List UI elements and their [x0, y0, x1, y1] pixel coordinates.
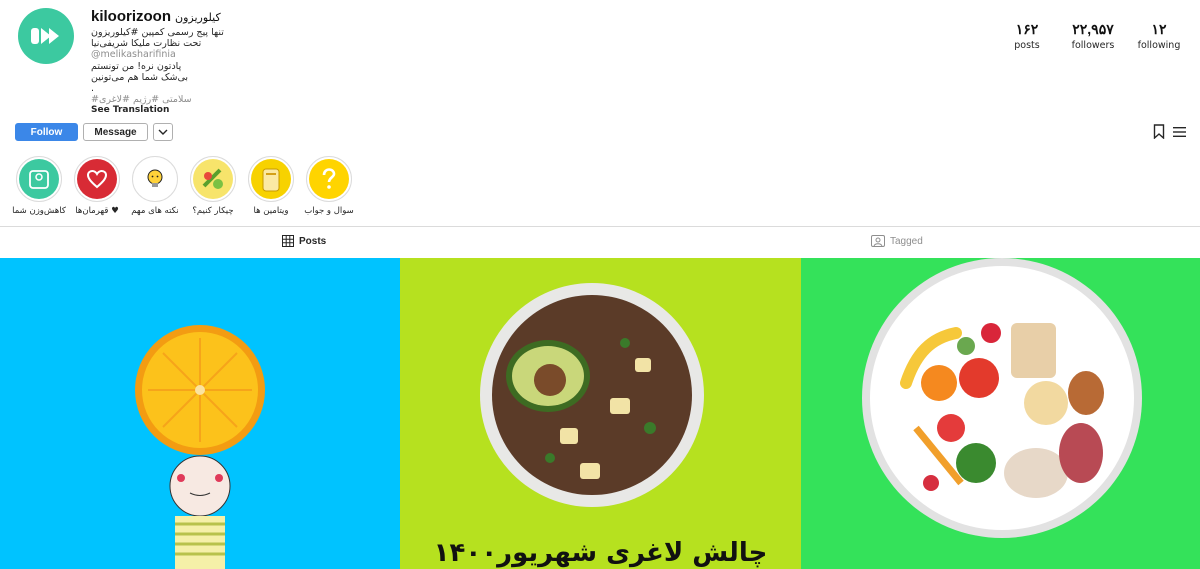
story-highlights: کاهش‌وزن شما قهرمان‌ها ♥ نکته های مهم — [10, 156, 358, 216]
posts-grid: چالش لاغری شهریور۱۴۰۰ — [0, 258, 1200, 569]
scale-icon — [29, 170, 49, 189]
profile-actions: Follow Message — [15, 123, 173, 141]
tabs-divider — [0, 226, 1200, 227]
salad-icon — [202, 168, 223, 189]
profile-stats: ۱۶۲ posts ۲۲,۹۵۷ followers ۱۲ following — [990, 21, 1188, 51]
vitamin-icon — [262, 168, 280, 192]
bookmark-icon[interactable] — [1153, 124, 1165, 139]
stat-label: followers — [1071, 40, 1115, 51]
post-thumbnail[interactable] — [0, 258, 400, 569]
highlight-ring — [306, 156, 352, 202]
highlight-label: کاهش‌وزن شما — [12, 206, 66, 216]
post-thumbnail[interactable] — [801, 258, 1200, 569]
bio-line: تنها پیج رسمی کمپین #کیلوریزون — [91, 27, 224, 38]
message-button[interactable]: Message — [83, 123, 148, 141]
highlight-label: ویتامین ها — [253, 206, 289, 216]
bio-line: پادتون نره! من تونستم — [91, 60, 182, 72]
tab-posts[interactable]: Posts — [282, 235, 326, 247]
header-right-icons — [1153, 124, 1186, 139]
healthy-plate-image — [862, 258, 1142, 538]
tab-label: Tagged — [890, 235, 923, 247]
highlight-ring — [190, 156, 236, 202]
question-icon — [322, 168, 336, 189]
highlight-cover — [135, 159, 175, 199]
chevron-down-icon — [158, 129, 168, 135]
bio-line: تحت نظارت ملیکا شریفی‌نیا — [91, 38, 202, 50]
tagged-icon — [871, 235, 885, 247]
tab-label: Posts — [299, 235, 327, 247]
stat-label: posts — [1014, 40, 1040, 51]
bio: تنها پیج رسمی کمپین #کیلوریزون تحت نظارت… — [91, 27, 224, 117]
highlight-label: سوال و جواب — [304, 206, 354, 216]
stat-label: following — [1137, 40, 1181, 51]
highlight-cover — [251, 159, 291, 199]
menu-icon[interactable] — [1173, 126, 1186, 138]
username[interactable]: kiloorizoon — [91, 8, 171, 25]
username-row: kiloorizoon کیلوریزون — [91, 8, 221, 25]
lightbulb-icon — [147, 169, 163, 187]
stat-value: ۲۲,۹۵۷ — [1072, 21, 1114, 37]
suggested-accounts-button[interactable] — [153, 123, 173, 141]
stat-value: ۱۲ — [1151, 21, 1167, 37]
highlight-cover — [309, 159, 349, 199]
highlight-ring — [132, 156, 178, 202]
stat-following[interactable]: ۱۲ following — [1130, 21, 1188, 51]
kiloorizoon-logo-icon — [31, 28, 59, 44]
highlight-item[interactable]: چیکار کنیم؟ — [184, 156, 242, 216]
highlight-ring — [248, 156, 294, 202]
full-name: کیلوریزون — [175, 11, 221, 24]
bio-line: . — [91, 82, 95, 94]
stat-posts[interactable]: ۱۶۲ posts — [998, 21, 1056, 51]
grid-icon — [282, 235, 294, 247]
highlight-cover — [19, 159, 59, 199]
highlight-ring — [16, 156, 62, 202]
highlight-label: چیکار کنیم؟ — [192, 206, 234, 216]
highlight-label: قهرمان‌ها ♥ — [75, 206, 119, 216]
highlight-item[interactable]: سوال و جواب — [300, 156, 358, 216]
bio-line: بی‌شک شما هم می‌تونین — [91, 71, 189, 83]
stat-followers[interactable]: ۲۲,۹۵۷ followers — [1064, 21, 1122, 51]
heart-icon — [86, 169, 108, 189]
highlight-ring — [74, 156, 120, 202]
follow-button[interactable]: Follow — [15, 123, 78, 141]
tab-tagged[interactable]: Tagged — [871, 235, 923, 247]
highlight-item[interactable]: کاهش‌وزن شما — [10, 156, 68, 216]
highlight-item[interactable]: قهرمان‌ها ♥ — [68, 156, 126, 216]
highlight-item[interactable]: نکته های مهم — [126, 156, 184, 216]
post-thumbnail[interactable]: چالش لاغری شهریور۱۴۰۰ — [400, 258, 801, 569]
profile-avatar[interactable] — [18, 8, 74, 64]
highlight-cover — [77, 159, 117, 199]
see-translation-link[interactable]: See Translation — [91, 105, 224, 116]
orange-girl-illustration — [135, 325, 265, 569]
stat-value: ۱۶۲ — [1015, 21, 1039, 37]
post-caption: چالش لاغری شهریور۱۴۰۰ — [433, 538, 768, 568]
highlight-item[interactable]: ویتامین ها — [242, 156, 300, 216]
highlight-label: نکته های مهم — [131, 206, 179, 216]
avocado-bowl-image — [480, 283, 704, 507]
highlight-cover — [193, 159, 233, 199]
bio-hashtags[interactable]: #سلامتی #رژیم #لاغری — [91, 94, 224, 105]
bio-mention-link[interactable]: @melikasharifinia — [91, 49, 224, 60]
